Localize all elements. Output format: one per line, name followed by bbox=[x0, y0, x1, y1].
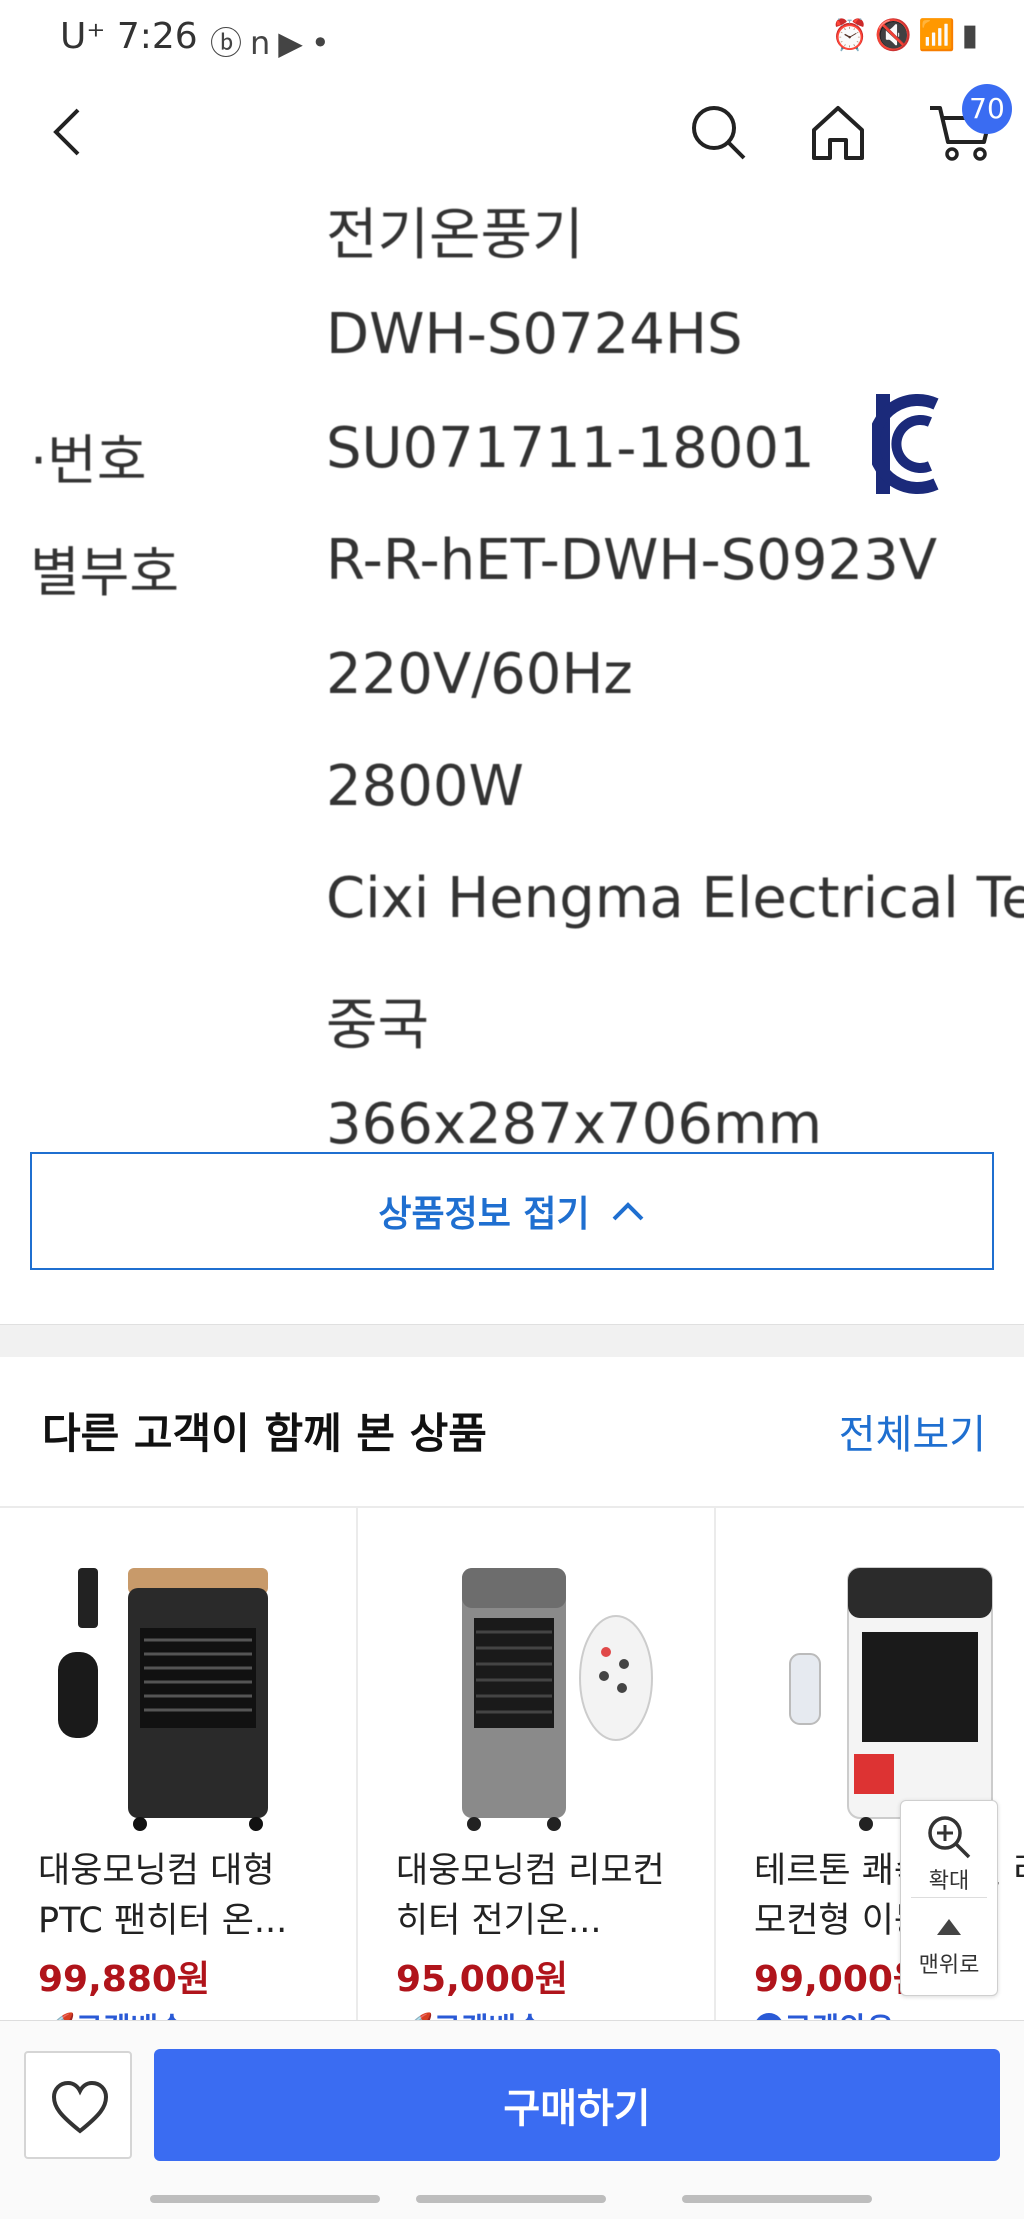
cart-count-badge: 70 bbox=[962, 84, 1012, 134]
spec-value: 전기온풍기 bbox=[326, 203, 584, 268]
n-app-icon: n bbox=[250, 24, 279, 62]
alarm-icon: ⏰ bbox=[831, 18, 875, 53]
product-price: 95,000원 bbox=[396, 1959, 569, 2000]
chevron-up-icon bbox=[612, 1202, 644, 1221]
nav-back[interactable] bbox=[682, 2195, 872, 2203]
mute-icon: 🔇 bbox=[874, 18, 919, 53]
status-bar: U⁺ 7:26 ⓑn▶• ⏰🔇📶▮ bbox=[0, 0, 1024, 80]
carrier-icon: U⁺ bbox=[60, 16, 106, 57]
spec-label: 별부호 bbox=[30, 541, 180, 604]
collapse-label: 상품정보 접기 bbox=[378, 1194, 590, 1235]
dot-icon: • bbox=[310, 24, 338, 62]
spec-value: SU071711-18001 bbox=[326, 416, 815, 481]
zoom-label[interactable]: 확대 bbox=[901, 1863, 997, 1895]
spec-value: 220V/60Hz bbox=[326, 642, 633, 707]
bottom-action-bar: 구매하기 bbox=[0, 2020, 1024, 2219]
spec-value: Cixi Hengma Electrical Te bbox=[326, 866, 1024, 931]
heart-icon bbox=[51, 2080, 109, 2134]
search-icon[interactable] bbox=[688, 102, 748, 162]
view-all-link[interactable]: 전체보기 bbox=[839, 1402, 986, 1460]
product-price: 99,880원 bbox=[38, 1959, 211, 2000]
spec-value: R-R-hET-DWH-S0923V bbox=[326, 528, 938, 593]
product-name: 대웅모닝컴 리모컨 히터 전기온... bbox=[396, 1851, 665, 1941]
status-clock: 7:26 bbox=[116, 16, 198, 57]
triangle-up-icon[interactable] bbox=[935, 1917, 963, 1937]
buy-button[interactable]: 구매하기 bbox=[154, 2049, 1000, 2161]
battery-icon: ▮ bbox=[961, 18, 984, 53]
related-section-title: 다른 고객이 함께 본 상품 bbox=[42, 1409, 487, 1458]
wifi-icon: 📶 bbox=[918, 18, 962, 53]
wishlist-button[interactable] bbox=[24, 2051, 132, 2159]
status-time: U⁺ 7:26 bbox=[60, 16, 198, 57]
section-divider bbox=[0, 1324, 1024, 1357]
youtube-icon: ▶ bbox=[278, 24, 311, 62]
spec-label: ·번호 bbox=[30, 429, 147, 492]
back-to-top-label[interactable]: 맨위로 bbox=[901, 1947, 997, 1979]
back-icon[interactable] bbox=[40, 102, 100, 162]
spec-value: 중국 bbox=[326, 993, 430, 1058]
status-system-icons: ⏰🔇📶▮ bbox=[831, 18, 984, 53]
top-nav bbox=[0, 80, 1024, 190]
zoom-in-icon[interactable] bbox=[925, 1813, 973, 1861]
spec-value: 2800W bbox=[326, 754, 524, 819]
float-divider bbox=[911, 1897, 987, 1898]
collapse-product-info-button[interactable]: 상품정보 접기 bbox=[30, 1152, 994, 1270]
product-spec-image: 전기온풍기 DWH-S0724HS ·번호 SU071711-18001 별부호… bbox=[0, 190, 1024, 1150]
home-icon[interactable] bbox=[806, 102, 870, 162]
floating-zoom-top-panel: 확대 맨위로 bbox=[900, 1800, 998, 1996]
b-app-icon: ⓑ bbox=[210, 24, 251, 62]
product-image bbox=[58, 1568, 268, 1831]
kc-mark-icon bbox=[872, 394, 939, 494]
product-card[interactable]: 대웅모닝컴 대형 PTC 팬히터 온... 99,880원 🚀로켓배송 bbox=[0, 1508, 358, 2028]
nav-recent-apps[interactable] bbox=[150, 2195, 380, 2203]
spec-value: DWH-S0724HS bbox=[326, 302, 743, 367]
status-app-icons: ⓑn▶• bbox=[210, 18, 338, 64]
product-card[interactable]: 대웅모닝컴 리모컨 히터 전기온... 95,000원 🚀로켓배송 bbox=[358, 1508, 716, 2028]
product-image bbox=[462, 1568, 653, 1831]
spec-value: 366x287x706mm bbox=[326, 1092, 823, 1150]
product-name: 대웅모닝컴 대형 PTC 팬히터 온... bbox=[38, 1851, 288, 1941]
nav-home[interactable] bbox=[416, 2195, 606, 2203]
